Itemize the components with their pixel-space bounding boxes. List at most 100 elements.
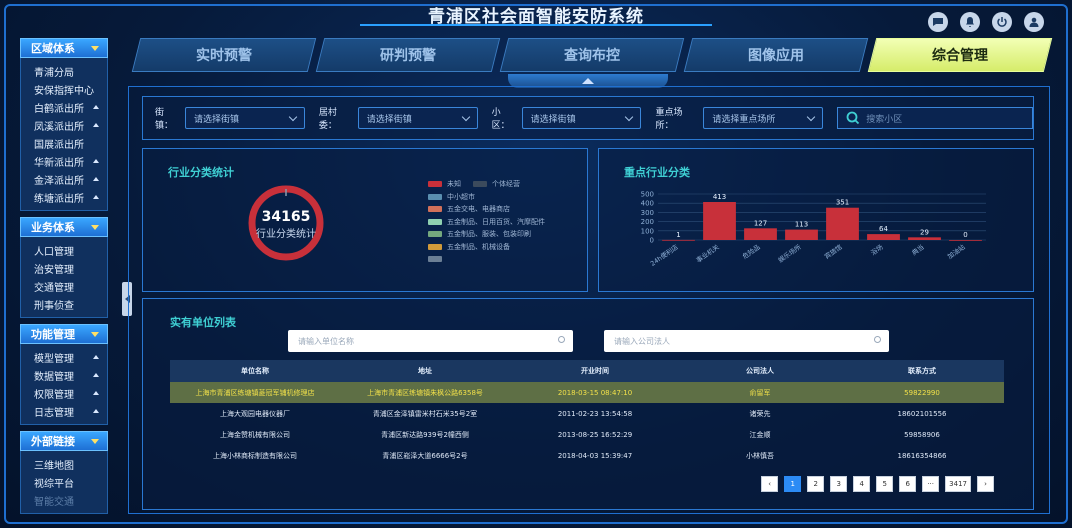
expand-up-icon[interactable]: [93, 105, 99, 109]
page-button[interactable]: 2: [807, 476, 825, 492]
expand-up-icon[interactable]: [93, 355, 99, 359]
column-header[interactable]: 联系方式: [840, 360, 1004, 382]
tab-integrated-management[interactable]: 综合管理: [867, 38, 1053, 72]
last-page-button[interactable]: 3417: [945, 476, 971, 492]
sidebar-item[interactable]: 国展派出所: [21, 134, 107, 152]
legend-item[interactable]: [428, 253, 568, 266]
sidebar-group-header[interactable]: 业务体系: [20, 217, 108, 237]
community-search-input[interactable]: 搜索小区: [837, 107, 1033, 129]
unit-name-search-input[interactable]: 请输入单位名称: [288, 330, 573, 352]
sidebar-item-label: 安保指挥中心: [34, 85, 94, 97]
tab-realtime-alert[interactable]: 实时预警: [131, 38, 317, 72]
bar[interactable]: [744, 228, 777, 240]
sidebar-item[interactable]: 刑事侦查: [21, 295, 107, 313]
table-row[interactable]: 上海小林商标制造有限公司 青浦区崧泽大道6666号2号 2018-04-03 1…: [170, 445, 1004, 466]
user-icon[interactable]: [1024, 12, 1044, 32]
sidebar-item[interactable]: 治安管理: [21, 259, 107, 277]
filter-bar: 街镇： 请选择街镇 居村委： 请选择街镇 小区： 请选择街镇 重点场所： 请选择…: [142, 96, 1034, 140]
venue-select[interactable]: 请选择重点场所: [703, 107, 824, 129]
street-select[interactable]: 请选择街镇: [184, 107, 305, 129]
column-header[interactable]: 开业时间: [510, 360, 680, 382]
sidebar-group-header[interactable]: 外部链接: [20, 431, 108, 451]
bar[interactable]: [908, 237, 941, 240]
legal-person-search-input[interactable]: 请输入公司法人: [604, 330, 889, 352]
table-row[interactable]: 上海大观园电器仪器厂 青浦区金泽镇雷米村石米35号2室 2011-02-23 1…: [170, 403, 1004, 424]
expand-up-icon[interactable]: [93, 409, 99, 413]
industry-donut-chart: 34165 行业分类统计: [246, 183, 326, 263]
village-select[interactable]: 请选择街镇: [357, 107, 478, 129]
legend-item[interactable]: 五金交电、电器商店: [428, 203, 568, 216]
expand-up-icon[interactable]: [93, 177, 99, 181]
sidebar-item-label: 刑事侦查: [34, 300, 74, 312]
key-industry-bar-chart: 0 100200300400500 1 24h便利店 413 事业机关 127 危险品 113 娱…: [641, 191, 986, 268]
page-button[interactable]: 4: [853, 476, 871, 492]
column-header[interactable]: 公司法人: [680, 360, 840, 382]
page-button[interactable]: 5: [876, 476, 894, 492]
select-placeholder: 请选择街镇: [530, 114, 576, 125]
bar[interactable]: [867, 234, 900, 240]
community-select[interactable]: 请选择街镇: [521, 107, 642, 129]
expand-up-icon[interactable]: [93, 391, 99, 395]
bell-icon[interactable]: [960, 12, 980, 32]
sidebar-group-external: 外部链接 三维地图 视综平台 智能交通: [20, 431, 108, 514]
expand-up-icon[interactable]: [93, 373, 99, 377]
cell-legal-person: 江金顺: [749, 430, 771, 439]
cell-open-time: 2011-02-23 13:54:58: [557, 409, 633, 418]
sidebar-item[interactable]: 权限管理: [21, 384, 107, 402]
page-button[interactable]: 1: [784, 476, 802, 492]
sidebar-item[interactable]: 白鹤派出所: [21, 98, 107, 116]
x-tick-label: 宾旅馆: [823, 242, 845, 261]
caret-up-icon: [582, 78, 594, 84]
legend-item[interactable]: 未知 个体经营: [428, 178, 568, 191]
sidebar-group-header[interactable]: 功能管理: [20, 324, 108, 344]
page-ellipsis[interactable]: ···: [922, 476, 940, 492]
sidebar-item[interactable]: 安保指挥中心: [21, 80, 107, 98]
sidebar-group-header[interactable]: 区域体系: [20, 38, 108, 58]
tab-analysis-alert[interactable]: 研判预警: [315, 38, 501, 72]
legend-item[interactable]: 五金制品、服装、包装印刷: [428, 228, 568, 241]
sidebar-item[interactable]: 青浦分局: [21, 62, 107, 80]
tab-image-app[interactable]: 图像应用: [683, 38, 869, 72]
sidebar-item-label: 智能交通: [34, 496, 74, 508]
column-header[interactable]: 单位名称: [170, 360, 340, 382]
table-row[interactable]: 上海金赞机械有限公司 青浦区新达路939号2幢西侧 2013-08-25 16:…: [170, 424, 1004, 445]
expand-up-icon[interactable]: [93, 159, 99, 163]
bar[interactable]: [826, 207, 859, 240]
legend-item[interactable]: 中小超市: [428, 191, 568, 204]
sidebar-item[interactable]: 智能交通: [21, 491, 107, 509]
bar[interactable]: [662, 239, 695, 241]
legend-item[interactable]: 五金制品、机械设备: [428, 241, 568, 254]
chat-icon[interactable]: [928, 12, 948, 32]
sidebar-item[interactable]: 凤溪派出所: [21, 116, 107, 134]
sidebar-item[interactable]: 人口管理: [21, 241, 107, 259]
table-row[interactable]: 上海市青浦区练塘镇菱冠军铺机修理店 上海市青浦区练塘镇朱枫公路6358号 201…: [170, 382, 1004, 403]
cell-unit-name: 上海金赞机械有限公司: [220, 430, 290, 439]
prev-page-button[interactable]: ‹: [761, 476, 779, 492]
sidebar-item-label: 日志管理: [34, 407, 74, 419]
sidebar-item[interactable]: 练塘派出所: [21, 188, 107, 206]
column-header[interactable]: 地址: [340, 360, 510, 382]
sidebar-item[interactable]: 数据管理: [21, 366, 107, 384]
cell-contact: 18602101556: [897, 409, 947, 418]
sidebar-item[interactable]: 日志管理: [21, 402, 107, 420]
legend-item[interactable]: 五金制品、日用百货、汽摩配件: [428, 216, 568, 229]
bar[interactable]: [949, 240, 982, 241]
cell-open-time: 2018-04-03 15:39:47: [557, 451, 633, 460]
power-icon[interactable]: [992, 12, 1012, 32]
sidebar-item[interactable]: 交通管理: [21, 277, 107, 295]
bar[interactable]: [703, 202, 736, 240]
expand-up-icon[interactable]: [93, 195, 99, 199]
sidebar-item[interactable]: 三维地图: [21, 455, 107, 473]
tab-query-control[interactable]: 查询布控: [499, 38, 685, 72]
next-page-button[interactable]: ›: [977, 476, 994, 492]
sidebar-item[interactable]: 华新派出所: [21, 152, 107, 170]
page-button[interactable]: 3: [830, 476, 848, 492]
bar[interactable]: [785, 229, 818, 240]
sidebar-item[interactable]: 金泽派出所: [21, 170, 107, 188]
expand-up-icon[interactable]: [93, 123, 99, 127]
industry-legend: 未知 个体经营 中小超市 五金交电、电器商店 五金制品、日用百货、汽摩配件 五金制品、服装…: [428, 178, 568, 282]
sidebar-item[interactable]: 模型管理: [21, 348, 107, 366]
page-button[interactable]: 6: [899, 476, 917, 492]
x-tick-label: 危险品: [741, 242, 762, 261]
sidebar-item[interactable]: 视综平台: [21, 473, 107, 491]
